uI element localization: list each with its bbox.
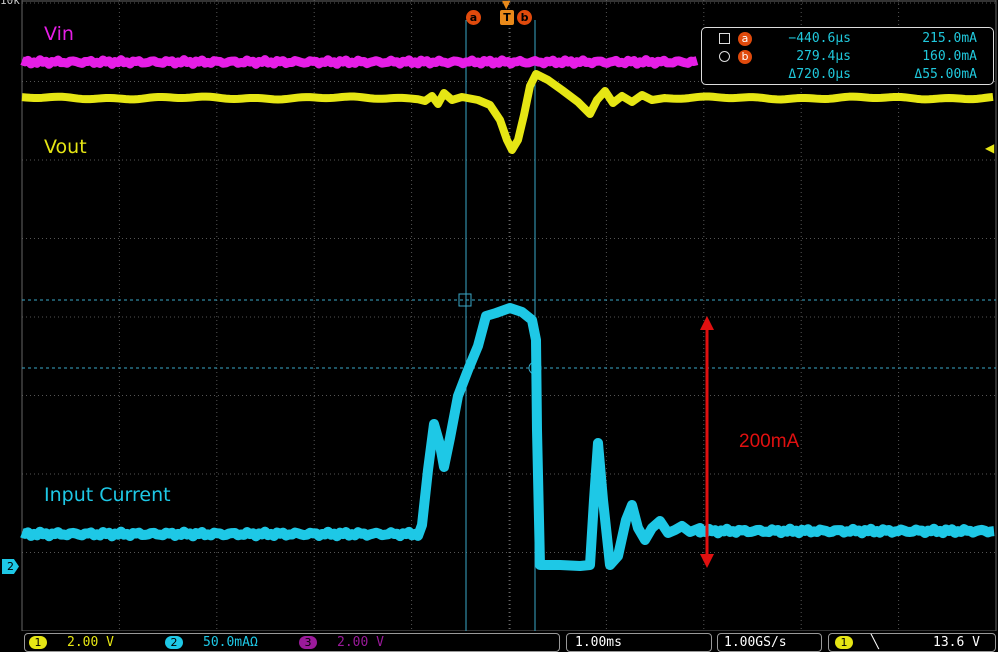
cursor-b-marker[interactable]: b <box>517 10 532 25</box>
trigger-slope-icon: ╲ <box>871 635 879 650</box>
cursor-b-row: b 279.4µs 160.0mA <box>702 49 993 67</box>
cursor-readout-panel: a −440.6µs 215.0mA b 279.4µs 160.0mA Δ72… <box>701 27 994 85</box>
circle-cursor-icon <box>719 51 730 62</box>
cursor-a-row: a −440.6µs 215.0mA <box>702 31 993 49</box>
ch2-badge: 2 <box>165 636 183 649</box>
channel-scale-box[interactable]: 1 2.00 V 2 50.0mAΩ 3 2.00 V <box>24 633 560 652</box>
ch2-scale: 50.0mAΩ <box>203 635 258 650</box>
ch3-badge: 3 <box>299 636 317 649</box>
ch1-badge: 1 <box>29 636 47 649</box>
vin-trace <box>20 55 699 69</box>
trigger-level: 13.6 V <box>933 635 980 650</box>
trigger-source-badge: 1 <box>835 636 853 649</box>
square-cursor-icon <box>719 33 730 44</box>
cursor-a-marker[interactable]: a <box>466 10 481 25</box>
vout-trace <box>21 70 994 154</box>
cursor-a-badge: a <box>738 32 752 46</box>
cursor-delta-time: Δ720.0µs <box>788 67 851 82</box>
timebase-box[interactable]: 1.00ms <box>566 633 712 652</box>
cursor-b-time: 279.4µs <box>796 49 851 64</box>
trigger-box[interactable]: 1 ╲ 13.6 V <box>828 633 996 652</box>
trigger-position-marker[interactable]: T <box>500 10 514 25</box>
input-current-label: Input Current <box>44 484 171 506</box>
cursor-b-value: 160.0mA <box>922 49 977 64</box>
timebase-value: 1.00ms <box>575 635 622 650</box>
annotation-arrow-down-icon <box>700 554 714 568</box>
cursor-a-time: −440.6µs <box>788 31 851 46</box>
ch3-scale: 2.00 V <box>337 635 384 650</box>
oscilloscope-screen: 10k Vin Vout Input Current 200mA a ▼ T b… <box>0 0 998 652</box>
vout-level-marker-icon: ◀ <box>985 141 995 155</box>
input-current-trace <box>20 303 996 571</box>
vin-label: Vin <box>44 23 74 45</box>
status-bar: 1 2.00 V 2 50.0mAΩ 3 2.00 V 1.00ms 1.00G… <box>0 631 998 652</box>
cursor-a-value: 215.0mA <box>922 31 977 46</box>
ch1-scale: 2.00 V <box>67 635 114 650</box>
annotation-arrow-up-icon <box>700 316 714 330</box>
top-left-fragment: 10k <box>0 0 20 7</box>
annotation-200ma-label: 200mA <box>739 431 800 452</box>
sample-rate-box[interactable]: 1.00GS/s <box>717 633 822 652</box>
cursor-delta-value: Δ55.00mA <box>914 67 977 82</box>
sample-rate-value: 1.00GS/s <box>724 635 787 650</box>
vout-label: Vout <box>44 136 87 158</box>
cursor-delta-row: Δ720.0µs Δ55.00mA <box>702 67 993 85</box>
waveform-display <box>20 0 997 632</box>
cursor-b-badge: b <box>738 50 752 64</box>
